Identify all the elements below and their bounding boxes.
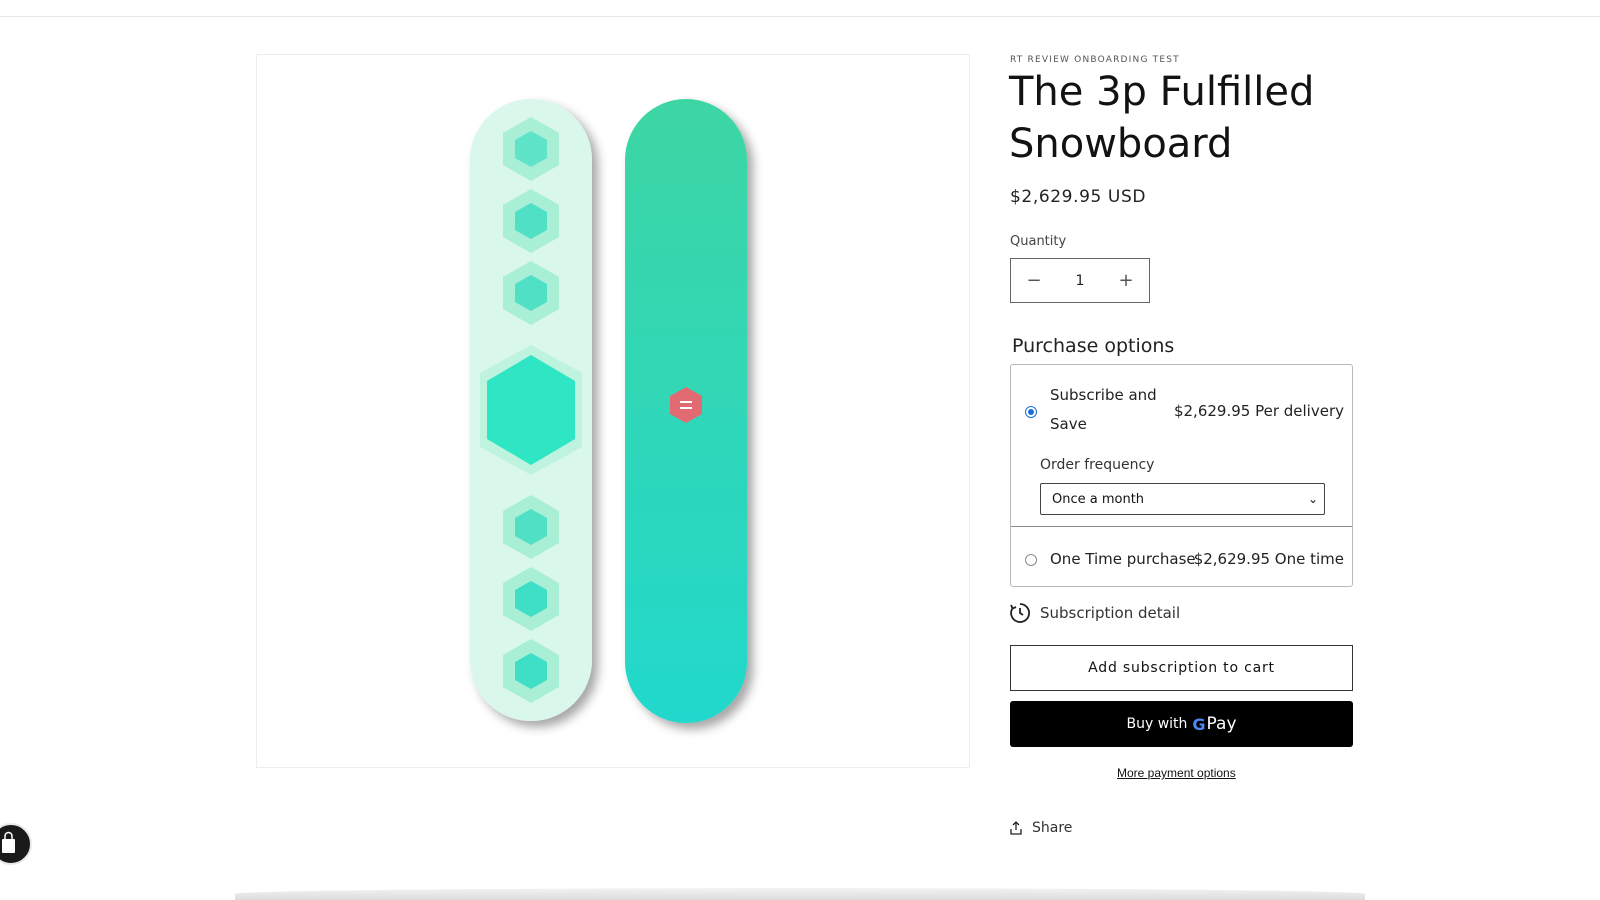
subscribe-option-price: $2,629.95 Per delivery: [1173, 402, 1344, 420]
product-vendor: RT REVIEW ONBOARDING TEST: [1010, 55, 1180, 65]
snowboard-illustration: [470, 99, 747, 723]
share-label: Share: [1032, 820, 1073, 836]
shop-app-badge[interactable]: [0, 823, 32, 865]
order-frequency-value: Once a month: [1052, 491, 1145, 507]
one-time-radio[interactable]: [1025, 554, 1037, 566]
subscription-detail-label: Subscription detail: [1040, 604, 1181, 622]
order-frequency-select[interactable]: Once a month ⌄: [1040, 483, 1325, 515]
quantity-input[interactable]: 1: [1057, 273, 1103, 289]
buy-with-google-pay-button[interactable]: Buy with G Pay: [1010, 701, 1353, 747]
share-icon: [1010, 821, 1022, 835]
minus-icon: −: [1026, 270, 1042, 291]
chevron-down-icon: ⌄: [1307, 492, 1318, 506]
order-frequency-label: Order frequency: [1040, 457, 1155, 473]
add-subscription-to-cart-button[interactable]: Add subscription to cart: [1010, 645, 1353, 691]
subscribe-option-label[interactable]: Subscribe and Save: [1050, 381, 1165, 439]
quantity-label: Quantity: [1010, 234, 1067, 249]
product-title: The 3p Fulfilled Snowboard: [1009, 69, 1315, 167]
purchase-options-title: Purchase options: [1012, 335, 1175, 357]
share-button[interactable]: Share: [1009, 820, 1072, 836]
subscribe-radio[interactable]: [1025, 406, 1037, 418]
buy-with-label: Buy with: [1126, 716, 1188, 732]
options-divider: [1011, 526, 1352, 527]
purchase-options-box: Subscribe and Save $2,629.95 Per deliver…: [1010, 364, 1353, 587]
one-time-option-label[interactable]: One Time purchase: [1050, 545, 1196, 574]
one-time-option-price: $2,629.95 One time: [1193, 550, 1344, 568]
increase-quantity-button[interactable]: +: [1103, 259, 1149, 302]
footer-edge: [235, 888, 1365, 900]
decrease-quantity-button[interactable]: −: [1011, 259, 1057, 302]
gpay-pay-label: Pay: [1206, 714, 1237, 734]
subscription-detail-link[interactable]: Subscription detail: [1009, 602, 1180, 624]
product-price: $2,629.95 USD: [1010, 187, 1147, 207]
more-payment-options-link[interactable]: More payment options: [1117, 766, 1236, 780]
plus-icon: +: [1118, 270, 1134, 291]
header-divider: [0, 16, 1600, 17]
google-g-icon: G: [1192, 714, 1206, 734]
shopping-bag-icon: [2, 831, 15, 853]
product-image[interactable]: [256, 54, 970, 768]
quantity-stepper: − 1 +: [1010, 258, 1150, 303]
clock-icon: [1010, 603, 1030, 623]
